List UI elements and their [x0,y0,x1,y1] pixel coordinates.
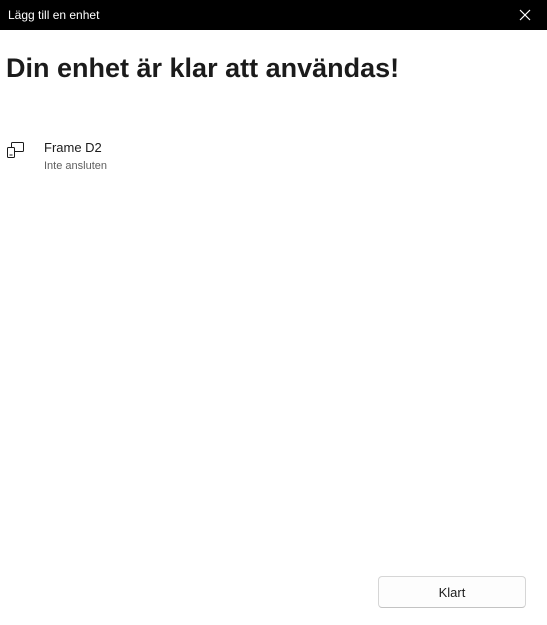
window-title: Lägg till en enhet [8,8,100,22]
add-device-dialog: Lägg till en enhet Din enhet är klar att… [0,0,547,625]
close-icon [519,9,531,21]
title-bar: Lägg till en enhet [0,0,547,30]
device-status: Inte ansluten [44,160,107,172]
done-button[interactable]: Klart [378,576,526,608]
close-button[interactable] [503,0,547,30]
page-heading: Din enhet är klar att användas! [6,53,400,83]
device-list-item: Frame D2 Inte ansluten [0,136,547,180]
display-device-icon [7,142,24,158]
device-name: Frame D2 [44,140,102,155]
